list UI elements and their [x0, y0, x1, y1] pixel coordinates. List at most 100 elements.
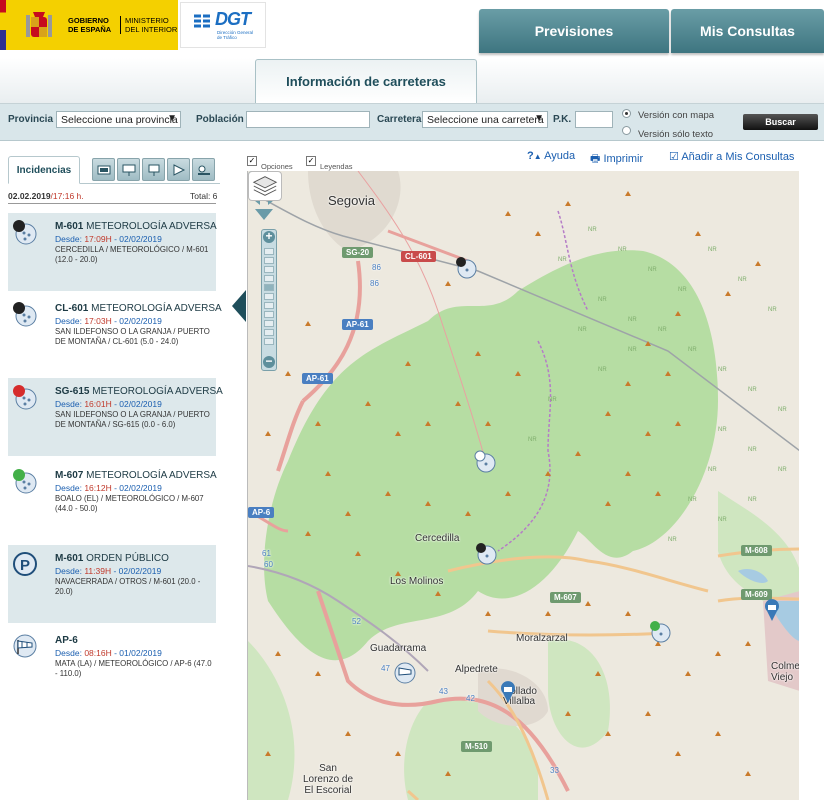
- dgt-subtitle: Dirección General de Tráfico: [217, 30, 254, 40]
- gobierno-logo[interactable]: GOBIERNO DE ESPAÑA MINISTERIO DEL INTERIOR: [0, 0, 178, 50]
- svg-text:NR: NR: [748, 447, 757, 453]
- incident-detail: SAN ILDEFONSO O LA GRANJA / PUERTO DE MO…: [55, 410, 210, 429]
- road-shield: AP-61: [342, 319, 373, 330]
- incident-road: M-601: [55, 553, 84, 564]
- weather-black-icon[interactable]: [454, 255, 478, 279]
- dgt-text: DGT: [215, 9, 251, 29]
- tab-informacion-carreteras[interactable]: Información de carreteras: [255, 59, 477, 103]
- zoom-handle[interactable]: [264, 284, 274, 291]
- weather-green-icon[interactable]: [648, 619, 672, 643]
- eu-flag: [0, 0, 6, 50]
- provincia-select[interactable]: Seleccione una provincia ▼: [56, 111, 181, 128]
- km-label: 61: [262, 549, 271, 558]
- km-label: 47: [381, 664, 390, 673]
- svg-text:NR: NR: [598, 297, 607, 303]
- svg-text:NR: NR: [778, 467, 787, 473]
- incident-item[interactable]: M-607 METEOROLOGÍA ADVERSA Desde: 16:12H…: [8, 462, 217, 540]
- incident-road: CL-601: [55, 303, 89, 314]
- windsock-icon[interactable]: [393, 661, 417, 685]
- printer-icon: 🖶: [590, 153, 601, 165]
- incident-item[interactable]: M-601 METEOROLOGÍA ADVERSA Desde: 17:09H…: [8, 213, 217, 291]
- tab-incidencias[interactable]: Incidencias: [8, 156, 80, 184]
- incident-road: SG-615: [55, 386, 90, 397]
- carretera-select[interactable]: Seleccione una carretera ▼: [422, 111, 548, 128]
- incident-road: AP-6: [55, 635, 78, 646]
- svg-text:NR: NR: [688, 497, 697, 503]
- zoom-slider[interactable]: + −: [261, 229, 277, 371]
- leyendas-label: Leyendas: [320, 162, 353, 171]
- weather-green-icon: [13, 469, 37, 494]
- svg-text:NR: NR: [678, 287, 687, 293]
- pk-input[interactable]: [575, 111, 613, 128]
- print-link[interactable]: 🖶 Imprimir: [590, 150, 643, 169]
- dropdown-arrow-icon: ▼: [534, 113, 544, 124]
- km-label: 42: [466, 694, 475, 703]
- sign-icon[interactable]: [142, 158, 165, 181]
- coat-of-arms-icon: [26, 12, 52, 37]
- search-button[interactable]: Buscar: [743, 114, 818, 130]
- mode-text-radio[interactable]: [622, 126, 631, 135]
- camera-icon[interactable]: [92, 158, 115, 181]
- incident-type: METEOROLOGÍA ADVERSA: [92, 386, 223, 397]
- svg-text:NR: NR: [548, 397, 557, 403]
- svg-text:NR: NR: [738, 277, 747, 283]
- dgt-logo[interactable]: DGT Dirección General de Tráfico: [180, 2, 266, 48]
- road-map[interactable]: NR NR NR NR NR NR NR NR NR NR NR NR NR NR NR NR NR NR…: [247, 171, 799, 800]
- svg-text:NR: NR: [688, 347, 697, 353]
- weather-red-icon[interactable]: [473, 449, 497, 473]
- incident-road: M-607: [55, 470, 84, 481]
- search-bar: Provincia Seleccione una provincia ▼ Pobl…: [0, 104, 824, 141]
- svg-text:NR: NR: [718, 427, 727, 433]
- leyendas-checkbox[interactable]: ✓: [306, 156, 316, 166]
- road-shield: M-607: [550, 592, 581, 603]
- add-to-queries-link[interactable]: ☑ Añadir a Mis Consultas: [669, 150, 794, 163]
- opciones-checkbox[interactable]: ✓: [247, 156, 257, 166]
- incident-item[interactable]: SG-615 METEOROLOGÍA ADVERSA Desde: 16:01…: [8, 378, 223, 456]
- parking-icon: P: [13, 552, 37, 576]
- radar-icon[interactable]: [167, 158, 190, 181]
- weather-black-icon[interactable]: [474, 541, 498, 565]
- svg-text:NR: NR: [578, 327, 587, 333]
- windsock-icon: [13, 634, 37, 658]
- incident-item[interactable]: CL-601 METEOROLOGÍA ADVERSA Desde: 17:03…: [8, 295, 222, 373]
- svg-text:NR: NR: [648, 267, 657, 273]
- weather-black-icon: [13, 302, 37, 327]
- map-place-label: Los Molinos: [390, 576, 444, 587]
- poblacion-input[interactable]: [246, 111, 370, 128]
- tab-mis-consultas[interactable]: Mis Consultas: [671, 9, 824, 53]
- mode-map-radio[interactable]: [622, 109, 631, 118]
- traffic-panel-icon[interactable]: [117, 158, 140, 181]
- panel-date: 02.02.2019/17:16 h.: [8, 191, 84, 201]
- camera-pin-icon[interactable]: [496, 681, 520, 705]
- incident-type: METEOROLOGÍA ADVERSA: [91, 303, 222, 314]
- zoom-out-icon[interactable]: −: [263, 355, 275, 368]
- svg-text:NR: NR: [598, 367, 607, 373]
- dgt-mark-icon: [194, 12, 210, 30]
- svg-text:NR: NR: [628, 347, 637, 353]
- tab-previsiones[interactable]: Previsiones: [479, 9, 669, 53]
- incidents-total: Total: 6: [190, 191, 218, 201]
- km-label: 52: [352, 617, 361, 626]
- svg-text:NR: NR: [668, 537, 677, 543]
- collapse-panel-arrow-icon[interactable]: [232, 290, 246, 322]
- zoom-in-icon[interactable]: +: [263, 230, 275, 243]
- svg-text:NR: NR: [528, 437, 537, 443]
- help-link[interactable]: ?▲ Ayuda: [527, 150, 575, 162]
- incident-item[interactable]: P M-601 ORDEN PÚBLICO Desde: 11:39H - 02…: [8, 545, 216, 623]
- svg-text:NR: NR: [748, 497, 757, 503]
- weather-black-icon: [13, 220, 37, 245]
- road-shield: CL-601: [401, 251, 436, 262]
- svg-text:NR: NR: [708, 467, 717, 473]
- map-place-label: San Lorenzo de El Escorial: [302, 763, 354, 796]
- incident-item[interactable]: AP-6 Desde: 08:16H - 01/02/2019 MATA (LA…: [8, 627, 216, 705]
- layers-icon[interactable]: [248, 171, 282, 201]
- incident-detail: SAN ILDEFONSO O LA GRANJA / PUERTO DE MO…: [55, 327, 210, 346]
- svg-text:NR: NR: [748, 387, 757, 393]
- map-place-label: Colmenar Viejo: [771, 661, 799, 683]
- poblacion-label: Población: [196, 114, 244, 125]
- incident-type: METEOROLOGÍA ADVERSA: [86, 221, 217, 232]
- camera-pin-icon[interactable]: [760, 599, 784, 623]
- weather-icon[interactable]: [192, 158, 215, 181]
- map-place-label: Alpedrete: [455, 664, 498, 675]
- km-label: 86: [370, 279, 379, 288]
